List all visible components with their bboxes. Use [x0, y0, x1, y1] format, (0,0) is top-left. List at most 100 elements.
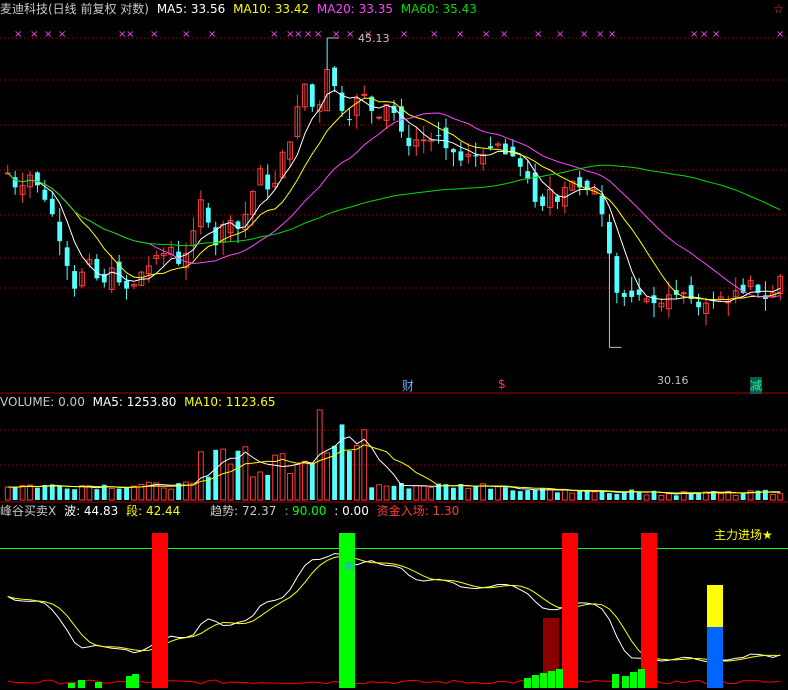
stock-chart[interactable]: × × × × × × × × × × × × × × × × × × × × × × × × × × × × × × × [0, 0, 788, 690]
level-label: : 90.00 [284, 504, 327, 518]
flow-bar [638, 669, 645, 688]
volume-label: VOLUME: 0.00 [0, 395, 85, 409]
volume-bar-down [740, 493, 746, 500]
volume-bar-down [636, 491, 642, 500]
volume-bar-up [665, 493, 672, 501]
candle-body-down [614, 256, 620, 293]
flow-bar [612, 674, 619, 688]
candle-body-down [406, 137, 412, 147]
volume-bar-up [547, 488, 553, 501]
volume-bar-down [532, 489, 538, 500]
volume-bar-up [658, 494, 665, 501]
flow-bar [548, 671, 555, 688]
candle-body-down [332, 67, 337, 87]
candle-body-down [473, 155, 479, 157]
volume-bar-up [591, 491, 598, 501]
star-icon[interactable]: ☆ [773, 2, 784, 16]
event-label-finance[interactable]: 财 [402, 377, 414, 394]
top-signal-mark: × [332, 29, 340, 40]
low-price-label: 30.16 [657, 374, 689, 387]
volume-bar-up [376, 484, 383, 501]
volume-bar-up [287, 472, 293, 501]
segment-label: 段: 42.44 [126, 504, 181, 518]
flow-bar [540, 673, 547, 688]
volume-bar-down [607, 493, 612, 500]
top-signal-mark: × [208, 29, 216, 40]
volume-bar-up [257, 471, 264, 501]
candle-body-down [451, 149, 456, 153]
volume-ma10-line [7, 444, 781, 494]
top-signal-mark: × [580, 29, 588, 40]
volume-bar-up [227, 463, 234, 501]
candle-body-down [458, 151, 464, 161]
volume-bar-up [561, 489, 568, 501]
volume-bar-up [86, 485, 93, 501]
volume-bar-down [347, 450, 352, 500]
volume-bar-up [777, 493, 784, 501]
candle-body-down [72, 271, 77, 289]
volume-bar-up [279, 453, 286, 501]
sell-mark: 卖 [344, 560, 355, 573]
event-label-reduce[interactable]: 减 [750, 377, 763, 394]
event-label-dividend[interactable]: $ [498, 377, 506, 391]
volume-header: VOLUME: 0.00 MA5: 1253.80 MA10: 1123.65 [0, 394, 279, 410]
volume-bar-down [577, 490, 583, 500]
ma5-label: MA5: 33.56 [156, 2, 226, 16]
high-price-label: 45.13 [358, 32, 390, 45]
candle-body-down [555, 196, 560, 202]
volume-bar-up [131, 485, 137, 501]
volume-bar-down [503, 487, 508, 500]
candle-body-down [64, 247, 70, 266]
top-signal-mark: × [700, 29, 708, 40]
volume-bar-down [124, 487, 129, 500]
buy-signal-column [562, 533, 578, 688]
volume-ma5-label: MA5: 1253.80 [92, 395, 177, 409]
volume-bar-up [569, 492, 576, 501]
flow-bar [95, 682, 102, 688]
volume-bar-down [763, 489, 768, 500]
indicator-header: 峰谷买卖X 波: 44.83 段: 42.44 趋势: 72.37 : 90.0… [0, 503, 463, 519]
top-signal-mark: × [294, 29, 302, 40]
volume-bar-down [555, 492, 560, 500]
candle-body-down [57, 221, 63, 242]
candle-body-down [94, 258, 100, 279]
volume-bar-down [42, 484, 48, 500]
candle-body-down [599, 195, 605, 215]
top-signal-mark: × [126, 29, 134, 40]
volume-bar-up [324, 452, 331, 501]
volume-bar-up [242, 446, 249, 501]
buy-signal-column [152, 533, 168, 688]
zero-label: : 0.00 [334, 504, 369, 518]
candle-body-down [205, 207, 211, 223]
top-signal-mark: × [608, 29, 616, 40]
top-signal-mark: × [456, 29, 464, 40]
flow-bar [68, 683, 75, 688]
top-signal-mark: × [500, 29, 508, 40]
ma10-label: MA10: 33.42 [233, 2, 310, 16]
candle-body-down [436, 135, 441, 137]
volume-bar-down [584, 490, 590, 500]
top-signal-mark: × [182, 29, 190, 40]
volume-bar-down [614, 493, 620, 500]
top-signal-mark: × [30, 29, 38, 40]
volume-bar-up [190, 482, 197, 501]
volume-bar-up [428, 487, 435, 501]
moving-average-lines [7, 89, 781, 303]
volume-bar-up [4, 486, 11, 501]
volume-bar-down [339, 424, 345, 500]
volume-bar-up [732, 494, 739, 501]
top-signal-mark: × [482, 29, 490, 40]
flow-bar [524, 678, 531, 688]
sell-signal-column [339, 533, 355, 688]
volume-bar-down [369, 487, 375, 500]
top-signal-mark: × [556, 29, 564, 40]
top-signal-mark: × [304, 29, 312, 40]
flow-bar [630, 672, 637, 688]
ma20-label: MA20: 33.35 [316, 2, 393, 16]
price-title: 麦迪科技(日线 前复权 对数) [0, 2, 149, 16]
flow-label: 资金入场: 1.30 [376, 504, 460, 518]
volume-ma10-label: MA10: 1123.65 [184, 395, 276, 409]
candle-body-down [42, 189, 48, 200]
top-signal-mark: × [690, 29, 698, 40]
trend-label: 趋势: 72.37 [210, 504, 277, 518]
